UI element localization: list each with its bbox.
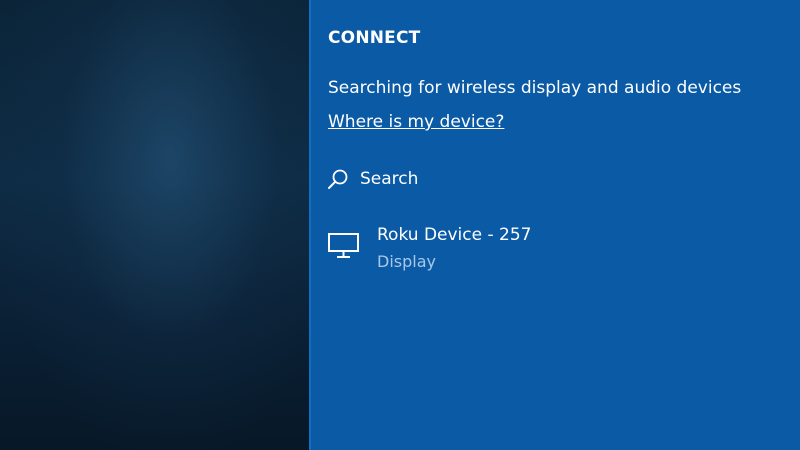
search-status-text: Searching for wireless display and audio…: [328, 78, 742, 98]
connect-panel: CONNECT Searching for wireless display a…: [309, 0, 800, 450]
search-label: Search: [360, 169, 419, 189]
search-button[interactable]: Search: [327, 164, 418, 194]
screen: CONNECT Searching for wireless display a…: [0, 0, 800, 450]
device-name: Roku Device - 257: [377, 225, 532, 245]
desktop-background: [0, 0, 309, 450]
device-item-roku[interactable]: Roku Device - 257 Display: [327, 224, 727, 278]
panel-title: CONNECT: [328, 28, 421, 48]
monitor-icon: [327, 232, 361, 260]
where-is-my-device-link[interactable]: Where is my device?: [328, 112, 504, 132]
device-type: Display: [377, 252, 436, 271]
search-icon: [327, 168, 349, 190]
